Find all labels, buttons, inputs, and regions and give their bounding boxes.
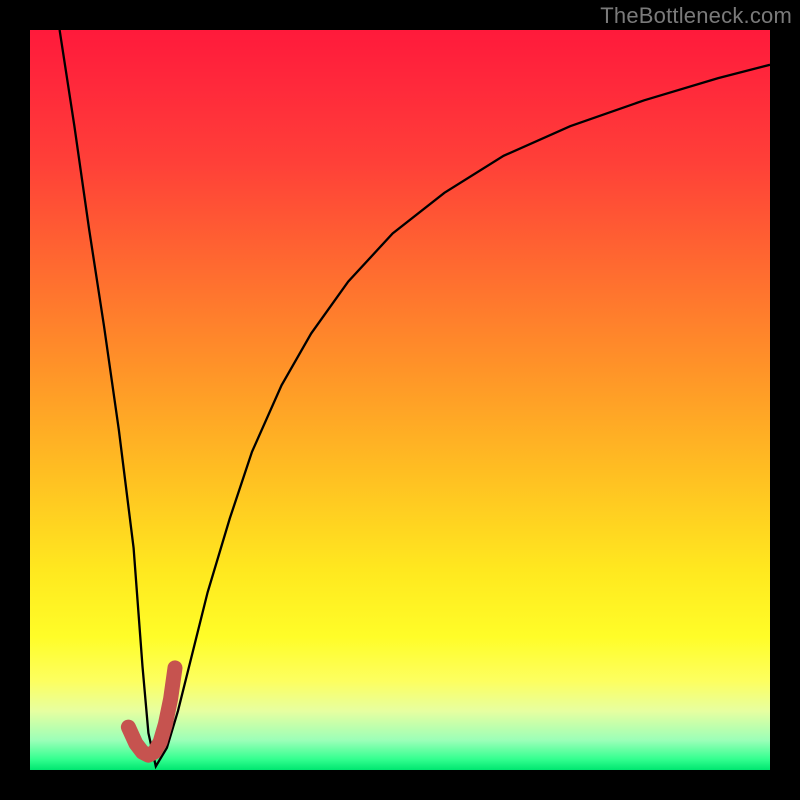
watermark-text: TheBottleneck.com <box>600 3 792 29</box>
chart-frame: TheBottleneck.com <box>0 0 800 800</box>
bottleneck-curve <box>60 30 770 766</box>
curve-layer <box>30 30 770 770</box>
plot-area <box>30 30 770 770</box>
